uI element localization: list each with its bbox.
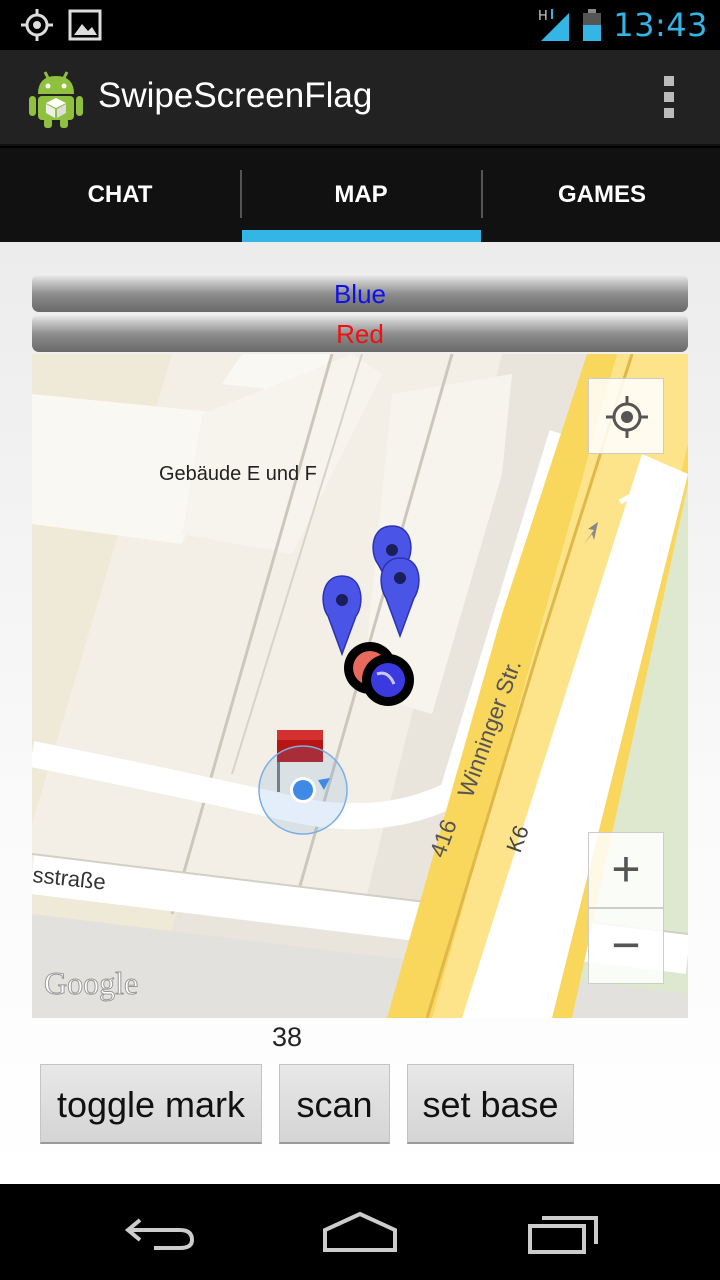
gps-icon <box>21 9 53 41</box>
tab-map[interactable]: MAP <box>241 148 481 242</box>
player-marker-blue-icon[interactable] <box>362 654 414 706</box>
scan-button[interactable]: scan <box>279 1064 390 1144</box>
team-red-button[interactable]: Red <box>32 314 688 352</box>
zoom-out-icon: − <box>611 917 641 973</box>
tab-games[interactable]: GAMES <box>482 148 720 242</box>
action-bar: SwipeScreenFlag <box>0 50 720 146</box>
map-page: Blue Red Gebäude E und F Winninger Str. … <box>0 242 720 1184</box>
zoom-in-icon: + <box>611 841 641 897</box>
mark-counter: 38 <box>271 1022 303 1052</box>
zoom-out-button[interactable]: − <box>588 908 664 984</box>
tab-selected-indicator <box>242 230 481 242</box>
overflow-menu-icon[interactable] <box>662 76 676 120</box>
signal-icon: H <box>538 9 570 41</box>
set-base-button[interactable]: set base <box>407 1064 574 1144</box>
navigation-bar <box>0 1184 720 1280</box>
gallery-icon <box>68 9 102 41</box>
zoom-in-button[interactable]: + <box>588 832 664 908</box>
team-blue-button[interactable]: Blue <box>32 274 688 312</box>
app-title: SwipeScreenFlag <box>98 76 373 115</box>
crosshair-icon <box>606 396 648 438</box>
google-logo: Google <box>44 965 138 1001</box>
back-icon[interactable] <box>118 1206 208 1258</box>
status-time: 13:43 <box>613 6 708 44</box>
battery-icon <box>583 9 602 41</box>
home-icon[interactable] <box>315 1206 405 1258</box>
my-location-icon <box>258 745 348 835</box>
svg-text:H: H <box>538 9 548 24</box>
recent-apps-icon[interactable] <box>518 1206 608 1258</box>
toggle-mark-button[interactable]: toggle mark <box>40 1064 262 1144</box>
map-view[interactable]: Gebäude E und F Winninger Str. 416 K6 ss… <box>32 354 688 1018</box>
tab-chat[interactable]: CHAT <box>0 148 240 242</box>
locate-me-button[interactable] <box>588 378 664 454</box>
building-label: Gebäude E und F <box>159 463 317 485</box>
android-icon[interactable] <box>24 66 88 130</box>
status-bar: H 13:43 <box>0 0 720 50</box>
tab-bar: CHAT MAP GAMES <box>0 148 720 242</box>
